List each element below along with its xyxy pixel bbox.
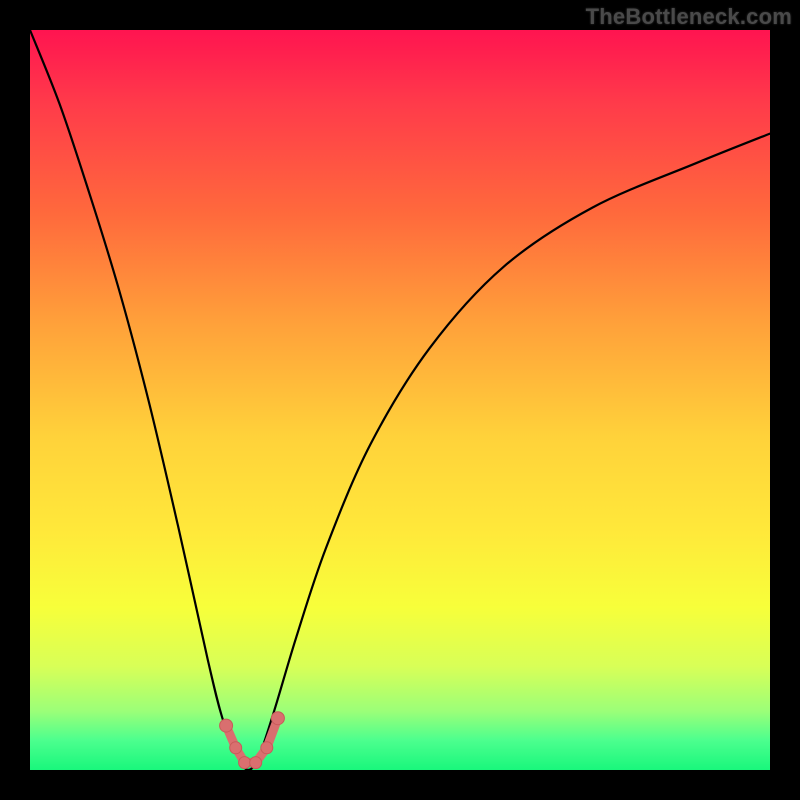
- watermark-text: TheBottleneck.com: [586, 4, 792, 30]
- highlight-dot: [220, 719, 233, 732]
- curve-layer: [30, 30, 770, 770]
- highlight-markers: [220, 712, 285, 769]
- bottleneck-curve: [30, 30, 770, 770]
- highlight-dot: [230, 742, 242, 754]
- highlight-dot: [250, 757, 262, 769]
- highlight-dot: [271, 712, 284, 725]
- highlight-dot: [239, 757, 251, 769]
- highlight-dot: [261, 742, 273, 754]
